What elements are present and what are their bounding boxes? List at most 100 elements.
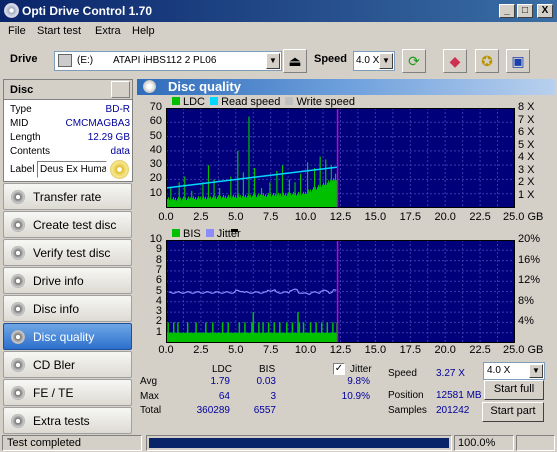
menu-bar: File Start test Extra Help (0, 22, 557, 42)
chevron-down-icon[interactable]: ▼ (529, 364, 543, 378)
disc-icon (11, 330, 25, 344)
chevron-down-icon[interactable]: ▼ (266, 53, 280, 69)
sidebar-item-disc-info[interactable]: Disc info (3, 295, 132, 322)
x-tick-label: 7.5 (263, 344, 279, 356)
ldc-bar (217, 197, 218, 208)
write-speed-swatch (285, 97, 294, 105)
y2-tick-label: 12% (518, 274, 541, 287)
legend-bis: BIS (183, 228, 201, 240)
disc-key: Length (10, 132, 41, 143)
legend-read-speed: Read speed (221, 96, 281, 108)
disc-icon (11, 302, 25, 316)
ldc-bar (241, 197, 242, 208)
disc-label-icon[interactable] (110, 160, 129, 179)
ldc-bar (251, 197, 252, 208)
save-icon: ▣ (511, 52, 525, 69)
jitter-checkbox[interactable]: ✓ (333, 363, 345, 375)
test-speed-select[interactable]: 4.0 X ▼ (483, 362, 545, 380)
save-button[interactable]: ▣ (506, 49, 530, 73)
sidebar-item-label: Transfer rate (33, 190, 102, 204)
settings-button[interactable]: ✪ (475, 49, 499, 73)
ldc-bar (255, 194, 256, 208)
x-tick-label: 2.5 (193, 344, 209, 356)
ldc-bar (201, 199, 202, 208)
menu-extra[interactable]: Extra (95, 25, 121, 37)
disc-value: 12.29 GB (87, 132, 130, 143)
disc-icon (11, 358, 25, 372)
sidebar-item-cd-bler[interactable]: CD Bler (3, 351, 132, 378)
start-full-button[interactable]: Start full (484, 380, 544, 400)
ldc-bar (239, 196, 240, 208)
label-caption: Label (10, 164, 35, 175)
sidebar-item-drive-info[interactable]: Drive info (3, 267, 132, 294)
disc-refresh-button[interactable] (111, 81, 130, 98)
disc-icon (11, 218, 25, 232)
drive-select[interactable]: (E:) ATAPI iHBS112 2 PL06 ▼ (54, 51, 282, 71)
speed-select[interactable]: 4.0 X ▼ (353, 51, 395, 71)
label-field[interactable]: Deus Ex Huma (37, 161, 107, 178)
menu-help[interactable]: Help (132, 25, 155, 37)
ldc-bar (234, 197, 235, 208)
erase-button[interactable]: ◆ (443, 49, 467, 73)
sidebar-item-label: Disc info (33, 302, 80, 316)
close-button[interactable]: X (537, 4, 553, 18)
sidebar-item-create-test-disc[interactable]: Create test disc (3, 211, 132, 238)
status-extra (516, 435, 555, 451)
toolbar: Drive (E:) ATAPI iHBS112 2 PL06 ▼ ⏏ Spee… (0, 42, 557, 78)
menu-file[interactable]: File (8, 25, 26, 37)
ldc-bar (226, 198, 227, 208)
start-part-button[interactable]: Start part (482, 402, 544, 422)
ldc-bar (257, 195, 258, 208)
refresh-button[interactable]: ⟳ (402, 49, 426, 73)
ldc-bar (223, 195, 224, 208)
ldc-bar (177, 198, 178, 208)
sidebar-item-label: Create test disc (33, 218, 117, 232)
disc-icon (11, 274, 25, 288)
legend-write-speed: Write speed (296, 96, 355, 108)
sidebar-item-extra-tests[interactable]: Extra tests (3, 407, 132, 434)
x-tick-label: 5.0 (228, 211, 244, 223)
eject-button[interactable]: ⏏ (283, 49, 307, 73)
ldc-bar (268, 193, 269, 208)
bis-bar (172, 322, 175, 343)
ldc-bar (299, 194, 300, 208)
ldc-bar (253, 193, 254, 208)
stats-max-bis: 3 (270, 391, 276, 402)
y2-tick-label: 4 X (518, 151, 535, 163)
ldc-bar (215, 196, 216, 208)
ldc-bar (186, 200, 187, 208)
legend-marker (231, 229, 238, 232)
ldc-spike (242, 172, 244, 208)
menu-start-test[interactable]: Start test (37, 25, 81, 37)
ldc-bar (187, 198, 188, 208)
ldc-bar (316, 189, 317, 208)
ldc-bar (333, 178, 334, 208)
ldc-bar (260, 194, 261, 208)
ldc-bar (323, 182, 324, 208)
stats-speed-value: 3.27 X (436, 368, 465, 379)
stats-total-bis: 6557 (253, 405, 276, 416)
ldc-bar (271, 196, 272, 208)
bis-bar (267, 322, 270, 343)
read-speed-swatch (210, 97, 219, 105)
bis-bar (309, 322, 312, 343)
sidebar-item-verify-test-disc[interactable]: Verify test disc (3, 239, 132, 266)
ldc-bar (173, 197, 174, 208)
x-tick-label: 17.5 (399, 344, 421, 356)
disc-key: MID (10, 118, 29, 129)
ldc-bar (168, 197, 169, 208)
sidebar-item-label: CD Bler (33, 358, 76, 372)
sidebar-item-disc-quality[interactable]: Disc quality (3, 323, 132, 350)
ldc-bar (205, 196, 206, 208)
maximize-button[interactable]: □ (517, 4, 533, 18)
sidebar-item-transfer-rate[interactable]: Transfer rate (3, 183, 132, 210)
x-tick-label: 0.0 (158, 344, 174, 356)
minimize-button[interactable]: _ (499, 4, 515, 18)
chevron-down-icon[interactable]: ▼ (379, 53, 393, 69)
sidebar-item-fe-te[interactable]: FE / TE (3, 379, 132, 406)
ldc-bar (200, 196, 201, 208)
disc-value: data (110, 146, 130, 157)
eject-icon: ⏏ (288, 52, 302, 69)
ldc-bar (193, 196, 194, 208)
sidebar-item-label: Drive info (33, 274, 84, 288)
